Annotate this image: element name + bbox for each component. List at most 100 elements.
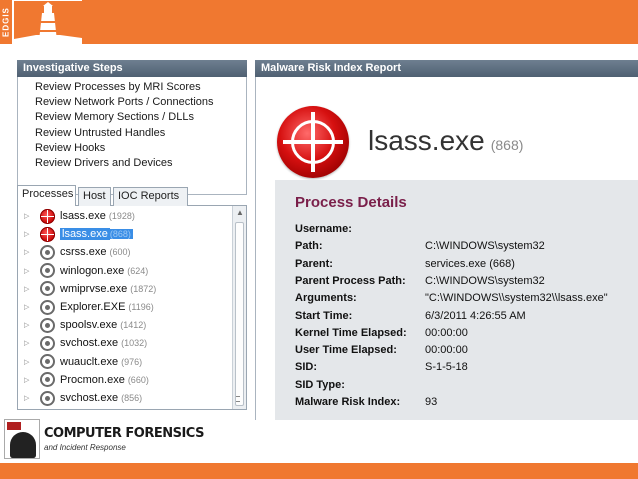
- detail-label: SID:: [295, 361, 317, 374]
- investigative-steps-panel: Investigative Steps Review Processes by …: [17, 60, 247, 410]
- detail-row: SID: S-1-5-18: [295, 361, 625, 377]
- detail-label: Username:: [295, 223, 352, 235]
- expand-arrow-icon[interactable]: ▷: [24, 394, 34, 402]
- process-row[interactable]: ▷ spoolsv.exe (1412): [18, 316, 228, 334]
- step-link[interactable]: Review Processes by MRI Scores: [35, 80, 246, 95]
- process-title: lsass.exe (868): [368, 125, 523, 157]
- process-pid: (1196): [128, 302, 154, 312]
- bottom-banner: [0, 463, 638, 479]
- top-banner: [0, 0, 638, 44]
- detail-value: services.exe (668): [425, 257, 515, 270]
- detail-value: S-1-5-18: [425, 361, 468, 374]
- process-name: Procmon.exe: [60, 373, 125, 386]
- detail-label: Start Time:: [295, 309, 353, 322]
- process-row[interactable]: ▷ winlogon.exe (624): [18, 262, 228, 280]
- detail-value: C:\WINDOWS\system32: [425, 274, 545, 287]
- process-name: lsass.exe: [368, 125, 485, 156]
- process-row[interactable]: ▷ Explorer.EXE (1196): [18, 298, 228, 316]
- gray-process-icon: [40, 372, 55, 388]
- process-name: svchost.exe: [60, 392, 119, 404]
- investigative-steps-header: Investigative Steps: [17, 60, 247, 77]
- expand-arrow-icon[interactable]: ▷: [24, 267, 34, 275]
- step-link[interactable]: Review Hooks: [35, 141, 246, 156]
- process-row[interactable]: ▷ csrss.exe (600): [18, 243, 228, 261]
- expand-arrow-icon[interactable]: ▷: [24, 303, 34, 311]
- process-pid: (1928): [108, 211, 135, 221]
- detail-row: Kernel Time Elapsed: 00:00:00: [295, 327, 625, 343]
- step-link[interactable]: Review Network Ports / Connections: [35, 95, 246, 110]
- gray-process-icon: [40, 299, 55, 315]
- expand-arrow-icon[interactable]: ▷: [24, 339, 34, 347]
- process-row[interactable]: ▷ wuauclt.exe (976): [18, 353, 228, 371]
- process-details-title: Process Details: [295, 194, 407, 211]
- vertical-scrollbar[interactable]: ▲: [232, 206, 246, 409]
- process-name: wmiprvse.exe: [60, 282, 128, 295]
- process-pid: (624): [127, 265, 149, 276]
- detail-label: SID Type:: [295, 378, 345, 391]
- detail-label: Arguments:: [295, 292, 357, 305]
- detail-row: Path: C:\WINDOWS\system32: [295, 240, 625, 256]
- report-header: Malware Risk Index Report: [255, 60, 638, 77]
- expand-arrow-icon[interactable]: ▷: [24, 212, 34, 220]
- process-pid: (856): [121, 393, 143, 403]
- detail-value: 00:00:00: [425, 344, 468, 357]
- detail-row: User Time Elapsed: 00:00:00: [295, 344, 625, 360]
- footer-title: COMPUTER FORENSICS: [44, 426, 204, 441]
- process-name: spoolsv.exe: [60, 319, 118, 332]
- process-pid: (868): [490, 137, 524, 153]
- footer-subtitle: and Incident Response: [44, 443, 126, 452]
- process-name: lsass.exe: [60, 210, 106, 222]
- forensics-logo-icon: [4, 419, 40, 459]
- step-link[interactable]: Review Drivers and Devices: [35, 156, 246, 171]
- detail-row: Username:: [295, 223, 625, 239]
- gray-process-icon: [40, 335, 55, 351]
- process-name: lsass.exe: [60, 228, 110, 241]
- step-link[interactable]: Review Memory Sections / DLLs: [35, 110, 246, 125]
- process-row[interactable]: ▷ Procmon.exe (660): [18, 371, 228, 389]
- process-row[interactable]: ▷ lsass.exe (868): [18, 225, 228, 243]
- process-row[interactable]: ▷ lsass.exe (1928): [18, 207, 228, 225]
- detail-label: Path:: [295, 240, 323, 253]
- process-pid: (1412): [120, 320, 147, 331]
- detail-row: Parent Process Path: C:\WINDOWS\system32: [295, 275, 625, 291]
- process-pid: (976): [121, 356, 143, 367]
- detail-label: Kernel Time Elapsed:: [295, 326, 407, 339]
- process-tabs: Processes Host IOC Reports: [17, 185, 247, 207]
- tab-ioc-reports[interactable]: IOC Reports: [113, 187, 188, 206]
- process-name: Explorer.EXE: [60, 301, 126, 313]
- tab-processes[interactable]: Processes: [17, 185, 76, 207]
- footer-logo: COMPUTER FORENSICS and Incident Response: [4, 419, 204, 461]
- detail-label: Malware Risk Index:: [295, 396, 401, 408]
- expand-arrow-icon[interactable]: ▷: [24, 248, 34, 256]
- detail-row: Start Time: 6/3/2011 4:26:55 AM: [295, 310, 625, 326]
- detail-value: "C:\WINDOWS\\system32\\lsass.exe": [425, 292, 608, 305]
- expand-arrow-icon[interactable]: ▷: [24, 230, 34, 238]
- expand-arrow-icon[interactable]: ▷: [24, 358, 34, 366]
- process-name: wuauclt.exe: [60, 355, 119, 368]
- process-row[interactable]: ▷ wmiprvse.exe (1872): [18, 280, 228, 298]
- detail-label: Parent:: [295, 257, 333, 270]
- process-pid: (1032): [121, 338, 148, 349]
- gray-process-icon: [40, 244, 55, 260]
- expand-arrow-icon[interactable]: ▷: [24, 321, 34, 329]
- grip-icon: [236, 396, 240, 402]
- detail-value: C:\WINDOWS\system32: [425, 240, 545, 253]
- scroll-thumb[interactable]: [235, 222, 244, 406]
- step-link[interactable]: Review Untrusted Handles: [35, 126, 246, 141]
- tab-host[interactable]: Host: [78, 187, 111, 206]
- red-target-icon: [277, 106, 349, 178]
- lighthouse-logo-icon: [14, 1, 82, 43]
- scroll-up-arrow-icon[interactable]: ▲: [236, 208, 244, 217]
- detail-value: 00:00:00: [425, 326, 468, 339]
- process-pid: (600): [109, 247, 131, 258]
- process-name: csrss.exe: [60, 246, 107, 259]
- gray-process-icon: [40, 390, 55, 406]
- process-name: svchost.exe: [60, 337, 119, 350]
- expand-arrow-icon[interactable]: ▷: [24, 376, 34, 384]
- process-row[interactable]: ▷ svchost.exe (856): [18, 389, 228, 407]
- process-row[interactable]: ▷ svchost.exe (1032): [18, 334, 228, 352]
- expand-arrow-icon[interactable]: ▷: [24, 285, 34, 293]
- red-target-icon: [40, 226, 55, 242]
- report-body: lsass.exe (868) Process Details Username:…: [255, 77, 638, 420]
- process-tree[interactable]: ▲ ▷ lsass.exe (1928) ▷ lsass.exe (868) ▷ csrss.…: [17, 206, 247, 410]
